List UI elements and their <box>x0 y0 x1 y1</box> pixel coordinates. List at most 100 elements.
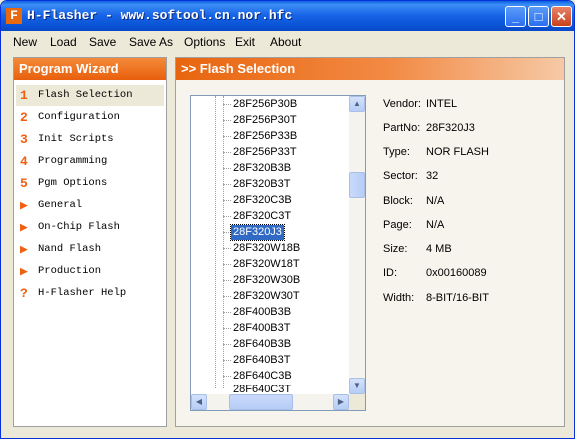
menu-bar: New Load Save Save As Options Exit About <box>1 31 574 53</box>
step-number: 3 <box>20 132 28 147</box>
step-number: 5 <box>20 176 28 191</box>
horizontal-scrollbar[interactable]: ◀ ▶ <box>191 394 349 410</box>
tree-item[interactable]: 28F320W18T <box>231 257 302 272</box>
tree-connector <box>223 136 231 137</box>
arrow-icon: ▶ <box>20 198 28 213</box>
vertical-scrollbar[interactable]: ▲ ▼ <box>349 96 365 394</box>
flash-selection-title: >> Flash Selection <box>176 58 564 80</box>
wizard-item-label: Configuration <box>38 111 120 123</box>
arrow-icon: ▶ <box>20 242 28 257</box>
tree-item[interactable]: 28F320C3T <box>231 209 293 224</box>
wizard-item-general[interactable]: ▶ General <box>16 195 164 216</box>
tree-item[interactable]: 28F256P30T <box>231 113 299 128</box>
width-label: Width: <box>383 292 415 304</box>
tree-item[interactable]: 28F320C3B <box>231 193 294 208</box>
menu-save[interactable]: Save <box>89 35 116 49</box>
scroll-right-icon[interactable]: ▶ <box>333 394 349 410</box>
wizard-item-label: Nand Flash <box>38 243 102 255</box>
tree-connector <box>223 120 231 121</box>
page-value: N/A <box>426 219 445 231</box>
wizard-item-label: Init Scripts <box>38 133 114 145</box>
tree-item[interactable]: 28F640C3T <box>231 385 293 394</box>
step-number: 4 <box>20 154 28 169</box>
partno-value: 28F320J3 <box>426 122 475 134</box>
menu-new[interactable]: New <box>13 35 37 49</box>
tree-item[interactable]: 28F320W30T <box>231 289 302 304</box>
tree-connector <box>223 328 231 329</box>
flash-tree-view[interactable]: 28F256P30B 28F256P30T 28F256P33B 28F256P… <box>190 95 366 411</box>
wizard-item-flash-selection[interactable]: 1 Flash Selection <box>16 85 164 106</box>
tree-connector <box>223 104 231 105</box>
program-wizard-panel: Program Wizard 1 Flash Selection 2 Confi… <box>13 57 167 427</box>
scroll-left-icon[interactable]: ◀ <box>191 394 207 410</box>
horizontal-scroll-thumb[interactable] <box>229 394 293 410</box>
app-icon: F <box>6 8 22 24</box>
close-button[interactable]: ✕ <box>551 6 572 27</box>
arrow-icon: ▶ <box>20 220 28 235</box>
step-number: 1 <box>20 88 28 103</box>
tree-connector <box>223 232 231 233</box>
tree-item[interactable]: 28F400B3T <box>231 321 292 336</box>
wizard-item-on-chip-flash[interactable]: ▶ On-Chip Flash <box>16 217 164 238</box>
wizard-item-production[interactable]: ▶ Production <box>16 261 164 282</box>
wizard-item-label: Flash Selection <box>38 89 133 101</box>
width-value: 8-BIT/16-BIT <box>426 292 489 304</box>
minimize-button[interactable]: _ <box>505 6 526 27</box>
menu-load[interactable]: Load <box>50 35 77 49</box>
vendor-value: INTEL <box>426 98 458 110</box>
block-value: N/A <box>426 195 445 207</box>
tree-item[interactable]: 28F640B3B <box>231 337 293 352</box>
vertical-scroll-thumb[interactable] <box>349 172 365 198</box>
menu-about[interactable]: About <box>270 35 301 49</box>
window-title: H-Flasher - www.softool.cn.nor.hfc <box>27 8 293 23</box>
tree-connector <box>223 360 231 361</box>
wizard-item-init-scripts[interactable]: 3 Init Scripts <box>16 129 164 150</box>
scroll-up-icon[interactable]: ▲ <box>349 96 365 112</box>
tree-item[interactable]: 28F320B3B <box>231 161 293 176</box>
wizard-item-label: On-Chip Flash <box>38 221 120 233</box>
tree-item[interactable]: 28F400B3B <box>231 305 293 320</box>
menu-save-as[interactable]: Save As <box>129 35 173 49</box>
sector-value: 32 <box>426 170 439 182</box>
tree-item[interactable]: 28F640C3B <box>231 369 294 384</box>
menu-options[interactable]: Options <box>184 35 225 49</box>
menu-exit[interactable]: Exit <box>235 35 255 49</box>
type-label: Type: <box>383 146 410 158</box>
arrow-icon: ▶ <box>20 264 28 279</box>
wizard-item-label: Pgm Options <box>38 177 108 189</box>
tree-connector <box>215 96 216 388</box>
tree-connector <box>223 344 231 345</box>
tree-item[interactable]: 28F320W30B <box>231 273 302 288</box>
size-label: Size: <box>383 243 408 255</box>
scroll-down-icon[interactable]: ▼ <box>349 378 365 394</box>
tree-item[interactable]: 28F256P33T <box>231 145 299 160</box>
tree-item[interactable]: 28F320W18B <box>231 241 302 256</box>
tree-connector <box>223 376 231 377</box>
vendor-label: Vendor: <box>383 98 421 110</box>
size-value: 4 MB <box>426 243 452 255</box>
tree-connector <box>223 184 231 185</box>
tree-item[interactable]: 28F256P33B <box>231 129 299 144</box>
page-label: Page: <box>383 219 412 231</box>
wizard-item-help[interactable]: ? H-Flasher Help <box>16 283 164 304</box>
title-bar[interactable]: F H-Flasher - www.softool.cn.nor.hfc _ □… <box>1 1 574 31</box>
tree-connector <box>223 296 231 297</box>
wizard-item-configuration[interactable]: 2 Configuration <box>16 107 164 128</box>
flash-selection-panel: >> Flash Selection 28F256P30B 28F256P30T… <box>175 57 565 427</box>
wizard-item-label: Programming <box>38 155 108 167</box>
maximize-button[interactable]: □ <box>528 6 549 27</box>
tree-connector <box>223 152 231 153</box>
tree-item[interactable]: 28F320B3T <box>231 177 292 192</box>
wizard-item-label: Production <box>38 265 102 277</box>
tree-connector <box>223 200 231 201</box>
tree-connector <box>223 280 231 281</box>
wizard-item-pgm-options[interactable]: 5 Pgm Options <box>16 173 164 194</box>
wizard-item-label: General <box>38 199 83 211</box>
wizard-item-nand-flash[interactable]: ▶ Nand Flash <box>16 239 164 260</box>
tree-item[interactable]: 28F256P30B <box>231 97 299 112</box>
wizard-item-programming[interactable]: 4 Programming <box>16 151 164 172</box>
wizard-item-label: H-Flasher Help <box>38 287 127 299</box>
tree-item-selected[interactable]: 28F320J3 <box>230 224 285 241</box>
tree-item[interactable]: 28F640B3T <box>231 353 292 368</box>
tree-connector <box>223 264 231 265</box>
